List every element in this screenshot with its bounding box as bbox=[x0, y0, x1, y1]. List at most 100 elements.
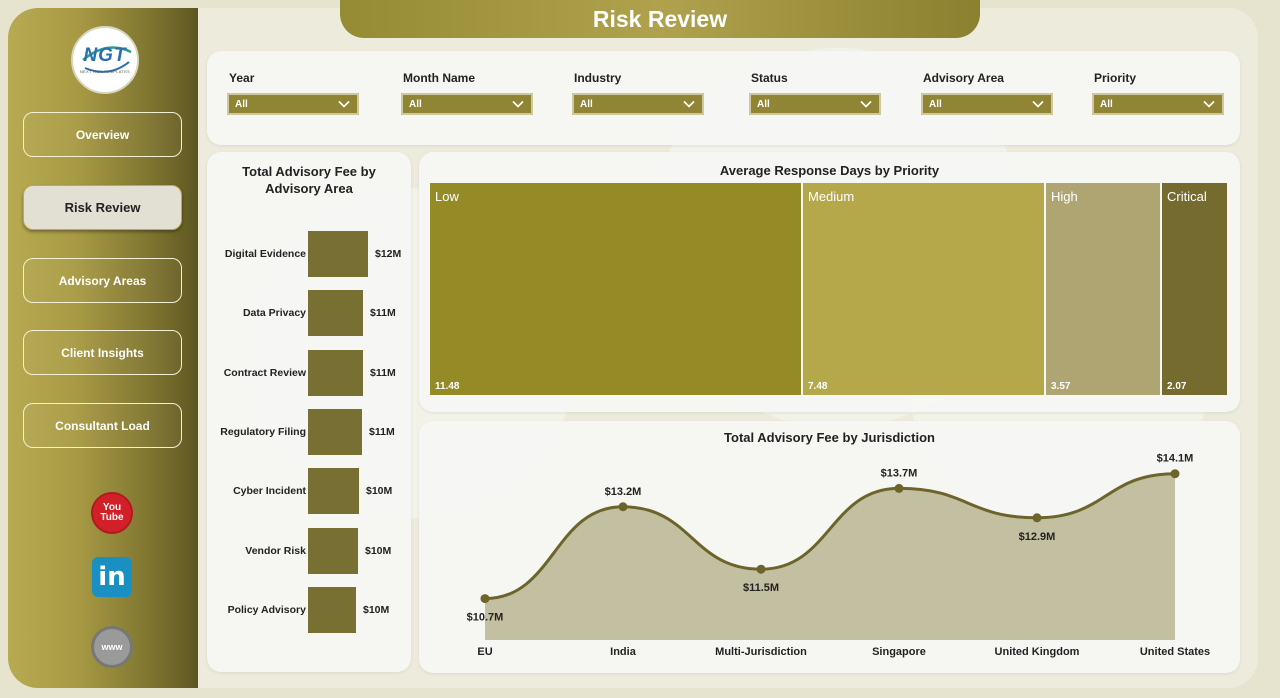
treemap-title: Average Response Days by Priority bbox=[719, 163, 940, 178]
bar[interactable] bbox=[308, 586, 356, 633]
treemap-tile-label: Medium bbox=[808, 189, 855, 204]
filter-month-name-dropdown[interactable]: All bbox=[401, 93, 533, 115]
filter-advisory-area: Advisory Area All bbox=[921, 71, 1053, 115]
bar-category-label: Digital Evidence bbox=[224, 248, 306, 260]
filter-year-value: All bbox=[235, 98, 248, 110]
data-label: $13.7M bbox=[881, 467, 918, 479]
treemap-tile-value: 2.07 bbox=[1167, 381, 1187, 392]
bar-category-label: Cyber Incident bbox=[233, 485, 306, 498]
filter-status-value: All bbox=[757, 98, 770, 110]
data-point[interactable] bbox=[1032, 513, 1042, 523]
filter-advisory-area-label: Advisory Area bbox=[923, 71, 1004, 85]
filter-priority-dropdown[interactable]: All bbox=[1092, 93, 1224, 115]
treemap-tile-value: 7.48 bbox=[808, 381, 828, 392]
response-days-treemap: Average Response Days by Priority Low 11.… bbox=[419, 152, 1240, 412]
data-point[interactable] bbox=[1170, 469, 1180, 479]
bar[interactable] bbox=[308, 408, 362, 455]
filter-year-label: Year bbox=[229, 71, 255, 85]
filter-priority-value: All bbox=[1100, 98, 1113, 110]
filter-status-dropdown[interactable]: All bbox=[749, 93, 881, 115]
bar[interactable] bbox=[308, 349, 363, 396]
filter-status-label: Status bbox=[751, 71, 788, 85]
nav-client-insights-button[interactable]: Client Insights bbox=[23, 330, 182, 375]
ngt-logo: NGT NEXT GEN TEMPLATES bbox=[71, 26, 139, 94]
filter-year-dropdown[interactable]: All bbox=[227, 93, 359, 115]
data-point[interactable] bbox=[480, 594, 490, 604]
filter-priority-label: Priority bbox=[1094, 71, 1137, 85]
bar-value-label: $11M bbox=[370, 307, 396, 320]
filter-panel: Year All Month Name All Industry All Sta… bbox=[207, 51, 1240, 145]
area-fill bbox=[485, 473, 1175, 640]
data-point[interactable] bbox=[894, 483, 904, 493]
treemap-tile-label: High bbox=[1051, 189, 1078, 204]
treemap-tile[interactable]: Medium 7.48 bbox=[803, 183, 1044, 395]
filter-industry-dropdown[interactable]: All bbox=[572, 93, 704, 115]
bar-value-label: $10M bbox=[363, 603, 390, 616]
filter-status: Status All bbox=[749, 71, 881, 115]
data-label: $10.7M bbox=[467, 612, 504, 624]
filter-month-name: Month Name All bbox=[401, 71, 533, 115]
bar-category-label: Policy Advisory bbox=[227, 603, 306, 616]
bar[interactable] bbox=[308, 527, 358, 574]
filter-month-name-label: Month Name bbox=[403, 71, 475, 85]
bar-value-label: $12M bbox=[375, 248, 402, 260]
bar-value-label: $11M bbox=[370, 366, 396, 379]
logo-subtitle: NEXT GEN TEMPLATES bbox=[79, 69, 131, 74]
bar-category-label: Data Privacy bbox=[242, 307, 306, 320]
data-point[interactable] bbox=[618, 502, 628, 512]
chevron-down-icon bbox=[1032, 100, 1044, 108]
bar-value-label: $10M bbox=[365, 544, 392, 557]
x-tick-label: EU bbox=[477, 646, 492, 658]
bar[interactable] bbox=[308, 468, 359, 515]
treemap-tile[interactable]: High 3.57 bbox=[1046, 183, 1160, 395]
page-title: Risk Review bbox=[592, 5, 728, 32]
bar-value-label: $11M bbox=[369, 425, 395, 438]
data-point[interactable] bbox=[756, 564, 766, 574]
nav-risk-review-button[interactable]: Risk Review bbox=[23, 185, 182, 230]
advisory-area-fee-chart: Total Advisory Fee by Advisory Area Digi… bbox=[207, 152, 411, 672]
page-title-bar: Risk Review bbox=[340, 0, 980, 38]
linkedin-icon-text: in bbox=[98, 562, 126, 592]
chevron-down-icon bbox=[860, 100, 872, 108]
x-tick-label: Multi-Jurisdiction bbox=[715, 646, 807, 658]
data-label: $11.5M bbox=[743, 582, 779, 594]
treemap-tile-value: 11.48 bbox=[435, 381, 460, 392]
treemap-tile[interactable]: Low 11.48 bbox=[430, 183, 801, 395]
bar-category-label: Regulatory Filing bbox=[220, 425, 306, 438]
bar-category-label: Vendor Risk bbox=[245, 544, 306, 557]
treemap-tile-label: Low bbox=[435, 189, 459, 204]
bar-category-label: Contract Review bbox=[223, 366, 306, 379]
bar[interactable] bbox=[308, 290, 363, 337]
x-tick-label: India bbox=[610, 646, 637, 658]
bar[interactable] bbox=[308, 231, 368, 277]
youtube-icon[interactable]: You Tube bbox=[91, 492, 133, 534]
bar-value-label: $10M bbox=[366, 485, 393, 498]
data-label: $13.2M bbox=[605, 486, 642, 498]
area-chart-svg: $10.7M EU $13.2M India $11.5M Multi-Jurisdict… bbox=[467, 453, 1211, 658]
filter-advisory-area-dropdown[interactable]: All bbox=[921, 93, 1053, 115]
nav-consultant-load-button[interactable]: Consultant Load bbox=[23, 403, 182, 448]
filter-year: Year All bbox=[227, 71, 359, 115]
filter-priority: Priority All bbox=[1092, 71, 1224, 115]
filter-industry-label: Industry bbox=[574, 71, 622, 85]
treemap-tile-value: 3.57 bbox=[1051, 381, 1071, 392]
nav-overview-button[interactable]: Overview bbox=[23, 112, 182, 157]
chevron-down-icon bbox=[683, 100, 695, 108]
treemap-tile-label: Critical bbox=[1167, 189, 1207, 204]
filter-advisory-area-value: All bbox=[929, 98, 942, 110]
x-tick-label: United Kingdom bbox=[995, 646, 1080, 658]
advisory-area-chart-title: Total Advisory Fee by Advisory Area bbox=[242, 164, 376, 196]
chevron-down-icon bbox=[1203, 100, 1215, 108]
data-label: $12.9M bbox=[1019, 531, 1056, 543]
website-icon-text: www bbox=[101, 642, 123, 652]
x-tick-label: United States bbox=[1140, 646, 1210, 658]
linkedin-icon[interactable]: in bbox=[92, 557, 132, 597]
data-label: $14.1M bbox=[1157, 453, 1194, 465]
filter-industry: Industry All bbox=[572, 71, 704, 115]
treemap-tile[interactable]: Critical 2.07 bbox=[1162, 183, 1227, 395]
nav-advisory-areas-button[interactable]: Advisory Areas bbox=[23, 258, 182, 303]
website-globe-icon[interactable]: www bbox=[91, 626, 133, 668]
filter-month-name-value: All bbox=[409, 98, 422, 110]
logo-brand: NGT bbox=[83, 45, 127, 66]
chevron-down-icon bbox=[338, 100, 350, 108]
